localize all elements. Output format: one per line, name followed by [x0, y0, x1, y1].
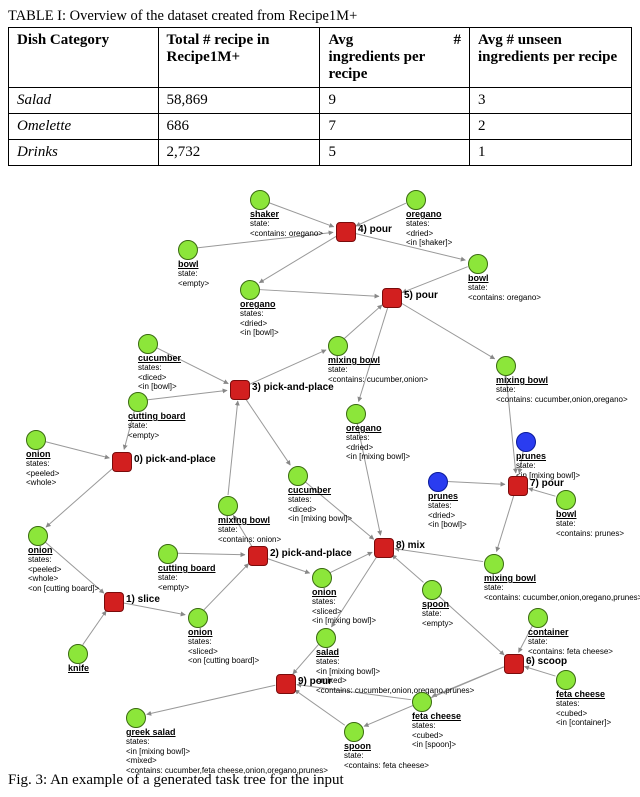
action-square-icon — [104, 592, 124, 612]
object-dot-icon — [428, 472, 448, 492]
action-label: 1) slice — [126, 595, 160, 606]
cell-avg-unseen: 2 — [470, 114, 632, 140]
action-square-icon — [508, 476, 528, 496]
object-label: mixing bowlstate:<contains: cucumber,oni… — [484, 574, 640, 602]
action-label: 8) mix — [396, 541, 425, 552]
object-dot-icon — [218, 496, 238, 516]
action-label: 5) pour — [404, 291, 438, 302]
object-dot-icon — [250, 190, 270, 210]
action-square-icon — [374, 538, 394, 558]
cell-total: 58,869 — [158, 88, 320, 114]
object-dot-icon — [126, 708, 146, 728]
object-label: spoonstate:<empty> — [422, 600, 453, 628]
object-label: bowlstate:<contains: oregano> — [468, 274, 541, 302]
object-dot-icon — [312, 568, 332, 588]
object-label: oreganostates:<dried><in [bowl]> — [240, 300, 279, 338]
action-square-icon — [248, 546, 268, 566]
object-dot-icon — [188, 608, 208, 628]
object-dot-icon — [240, 280, 260, 300]
action-label: 9) pour — [298, 677, 332, 688]
object-label: onionstates:<sliced><in [mixing bowl]> — [312, 588, 376, 626]
action-square-icon — [112, 452, 132, 472]
object-label: prunesstates:<dried><in [bowl]> — [428, 492, 467, 530]
action-label: 6) scoop — [526, 657, 567, 668]
object-label: onionstates:<sliced><on [cutting board]> — [188, 628, 259, 666]
action-label: 4) pour — [358, 225, 392, 236]
object-dot-icon — [26, 430, 46, 450]
cell-avg-ing: 7 — [320, 114, 470, 140]
object-label: cucumberstates:<diced><in [mixing bowl]> — [288, 486, 352, 524]
table-row: Salad58,86993 — [9, 88, 632, 114]
object-dot-icon — [138, 334, 158, 354]
object-dot-icon — [346, 404, 366, 424]
task-tree-figure: shakerstate:<contains: oregano> oreganost… — [8, 176, 632, 766]
object-label: cutting boardstate:<empty> — [158, 564, 216, 592]
object-dot-icon — [68, 644, 88, 664]
object-label: saladstates:<in [mixing bowl]><mixed><co… — [316, 648, 474, 695]
object-label: bowlstate:<contains: prunes> — [556, 510, 624, 538]
object-label: spoonstate:<contains: feta cheese> — [344, 742, 429, 770]
action-label: 0) pick-and-place — [134, 455, 216, 466]
object-label: onionstates:<peeled><whole><on [cutting … — [28, 546, 99, 593]
object-label: shakerstate:<contains: oregano> — [250, 210, 323, 238]
cell-avg-ing: 5 — [320, 140, 470, 166]
object-dot-icon — [28, 526, 48, 546]
cell-avg-unseen: 3 — [470, 88, 632, 114]
th-total-recipe: Total # recipe in Recipe1M+ — [158, 28, 320, 88]
table-row: Omelette68672 — [9, 114, 632, 140]
object-dot-icon — [158, 544, 178, 564]
object-label: mixing bowlstate:<contains: onion> — [218, 516, 281, 544]
object-label: knife — [68, 664, 89, 673]
action-square-icon — [336, 222, 356, 242]
object-dot-icon — [128, 392, 148, 412]
object-label: containerstate:<contains: feta cheese> — [528, 628, 613, 656]
object-dot-icon — [484, 554, 504, 574]
object-label: mixing bowlstate:<contains: cucumber,oni… — [496, 376, 628, 404]
object-dot-icon — [344, 722, 364, 742]
object-label: onionstates:<peeled><whole> — [26, 450, 59, 488]
action-label: 3) pick-and-place — [252, 383, 334, 394]
object-label: cutting boardstate:<empty> — [128, 412, 186, 440]
object-dot-icon — [556, 490, 576, 510]
object-dot-icon — [556, 670, 576, 690]
cell-avg-unseen: 1 — [470, 140, 632, 166]
cell-category: Omelette — [9, 114, 159, 140]
object-dot-icon — [316, 628, 336, 648]
action-square-icon — [230, 380, 250, 400]
object-dot-icon — [178, 240, 198, 260]
cell-avg-ing: 9 — [320, 88, 470, 114]
cell-total: 686 — [158, 114, 320, 140]
object-dot-icon — [406, 190, 426, 210]
object-dot-icon — [412, 692, 432, 712]
th-avg-unseen: Avg # unseen ingredients per recipe — [470, 28, 632, 88]
object-dot-icon — [422, 580, 442, 600]
object-label: oreganostates:<dried><in [shaker]> — [406, 210, 452, 248]
cell-total: 2,732 — [158, 140, 320, 166]
action-square-icon — [276, 674, 296, 694]
object-label: greek saladstates:<in [mixing bowl]><mix… — [126, 728, 328, 775]
table-caption: TABLE I: Overview of the dataset created… — [8, 8, 632, 25]
action-square-icon — [504, 654, 524, 674]
object-dot-icon — [468, 254, 488, 274]
table-header-row: Dish Category Total # recipe in Recipe1M… — [9, 28, 632, 88]
object-label: oreganostates:<dried><in [mixing bowl]> — [346, 424, 410, 462]
object-dot-icon — [328, 336, 348, 356]
th-dish-category: Dish Category — [9, 28, 159, 88]
object-label: cucumberstates:<diced><in [bowl]> — [138, 354, 181, 392]
cell-category: Drinks — [9, 140, 159, 166]
action-square-icon — [382, 288, 402, 308]
dataset-table: Dish Category Total # recipe in Recipe1M… — [8, 27, 632, 166]
object-label: feta cheesestates:<cubed><in [container]… — [556, 690, 611, 728]
cell-category: Salad — [9, 88, 159, 114]
object-label: mixing bowlstate:<contains: cucumber,oni… — [328, 356, 428, 384]
object-dot-icon — [496, 356, 516, 376]
object-dot-icon — [528, 608, 548, 628]
object-dot-icon — [288, 466, 308, 486]
action-label: 7) pour — [530, 479, 564, 490]
th-avg-ingredients: Avg# ingredients per recipe — [320, 28, 470, 88]
object-label: bowlstate:<empty> — [178, 260, 209, 288]
object-dot-icon — [516, 432, 536, 452]
action-label: 2) pick-and-place — [270, 549, 352, 560]
table-row: Drinks2,73251 — [9, 140, 632, 166]
